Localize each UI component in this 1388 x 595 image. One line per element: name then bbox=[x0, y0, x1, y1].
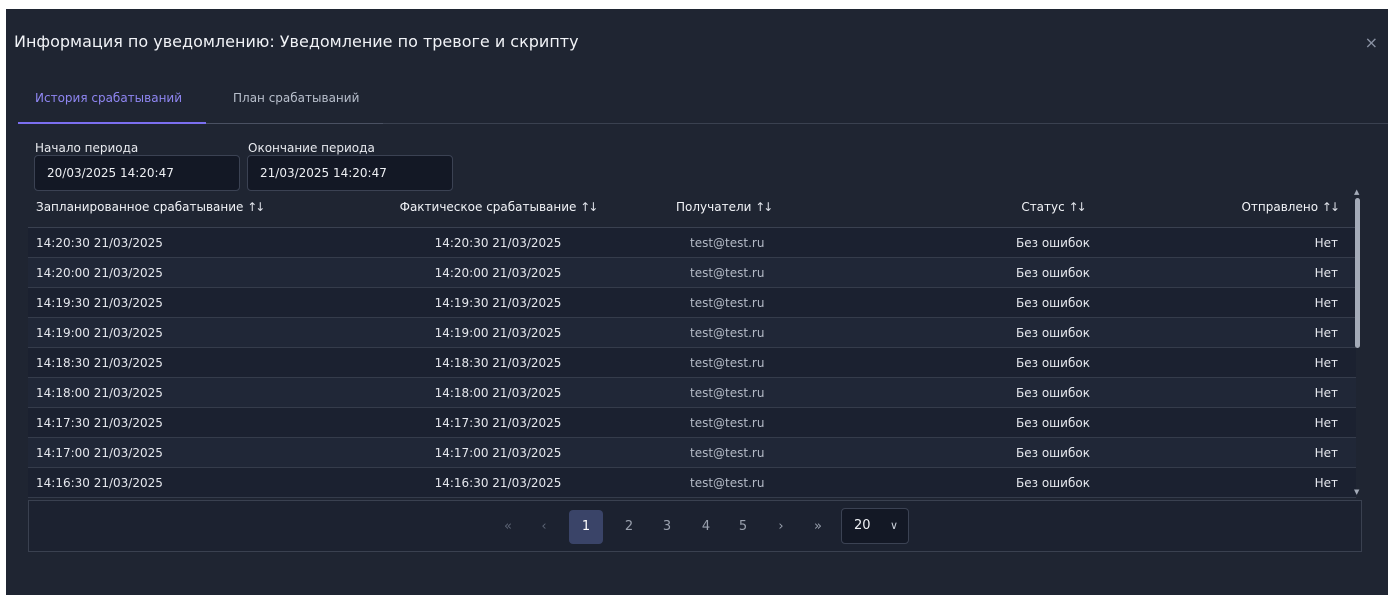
cell-sent: Нет bbox=[1178, 347, 1356, 378]
period-end-label: Окончание периода bbox=[248, 141, 375, 155]
page-size-select[interactable]: 20 ∨ bbox=[841, 508, 909, 544]
sort-icon[interactable]: ↑↓ bbox=[1069, 200, 1087, 214]
table-row[interactable]: 14:18:00 21/03/2025 14:18:00 21/03/2025 … bbox=[28, 377, 1356, 408]
cell-sent: Нет bbox=[1178, 227, 1356, 258]
page-size-value: 20 bbox=[854, 518, 871, 533]
sort-icon[interactable]: ↑↓ bbox=[580, 200, 598, 214]
cell-recipients: test@test.ru bbox=[668, 287, 928, 318]
cell-actual: 14:20:30 21/03/2025 bbox=[328, 227, 668, 258]
cell-recipients: test@test.ru bbox=[668, 227, 928, 258]
cell-scheduled: 14:19:30 21/03/2025 bbox=[28, 287, 328, 318]
page-3-button[interactable]: 3 bbox=[657, 519, 677, 534]
prev-page-button[interactable]: ‹ bbox=[534, 519, 554, 534]
chevron-down-icon: ∨ bbox=[889, 519, 898, 532]
cell-status: Без ошибок bbox=[928, 467, 1178, 498]
cell-actual: 14:19:30 21/03/2025 bbox=[328, 287, 668, 318]
column-header-sent[interactable]: Отправлено ↑↓ bbox=[1178, 186, 1356, 228]
table-row[interactable]: 14:16:30 21/03/2025 14:16:30 21/03/2025 … bbox=[28, 467, 1356, 498]
sort-icon[interactable]: ↑↓ bbox=[755, 200, 773, 214]
tab-bar: История срабатываний План срабатываний bbox=[18, 83, 1388, 124]
cell-status: Без ошибок bbox=[928, 227, 1178, 258]
tab-trigger-history[interactable]: История срабатываний bbox=[35, 91, 182, 105]
cell-recipients: test@test.ru bbox=[668, 347, 928, 378]
cell-actual: 14:18:00 21/03/2025 bbox=[328, 377, 668, 408]
cell-status: Без ошибок bbox=[928, 257, 1178, 288]
dialog-title: Информация по уведомлению: Уведомление п… bbox=[14, 32, 579, 51]
page-2-button[interactable]: 2 bbox=[619, 519, 639, 534]
page-1-button[interactable]: 1 bbox=[569, 510, 603, 544]
period-start-label: Начало периода bbox=[35, 141, 139, 155]
cell-sent: Нет bbox=[1178, 467, 1356, 498]
scroll-down-icon[interactable]: ▼ bbox=[1354, 488, 1359, 496]
tab-divider bbox=[206, 123, 383, 124]
table-scrollbar[interactable]: ▲ ▼ bbox=[1354, 188, 1362, 496]
close-icon[interactable]: × bbox=[1365, 33, 1378, 52]
tab-trigger-plan[interactable]: План срабатываний bbox=[233, 91, 359, 105]
cell-actual: 14:19:00 21/03/2025 bbox=[328, 317, 668, 348]
cell-sent: Нет bbox=[1178, 317, 1356, 348]
cell-sent: Нет bbox=[1178, 407, 1356, 438]
cell-scheduled: 14:16:30 21/03/2025 bbox=[28, 467, 328, 498]
cell-actual: 14:17:00 21/03/2025 bbox=[328, 437, 668, 468]
table-row[interactable]: 14:19:30 21/03/2025 14:19:30 21/03/2025 … bbox=[28, 287, 1356, 318]
cell-sent: Нет bbox=[1178, 287, 1356, 318]
cell-scheduled: 14:20:30 21/03/2025 bbox=[28, 227, 328, 258]
scrollbar-thumb[interactable] bbox=[1355, 198, 1360, 348]
cell-status: Без ошибок bbox=[928, 407, 1178, 438]
table-row[interactable]: 14:20:30 21/03/2025 14:20:30 21/03/2025 … bbox=[28, 227, 1356, 258]
table-row[interactable]: 14:17:30 21/03/2025 14:17:30 21/03/2025 … bbox=[28, 407, 1356, 438]
sort-icon[interactable]: ↑↓ bbox=[1322, 200, 1340, 214]
trigger-history-table: Запланированное срабатывание ↑↓ Фактичес… bbox=[28, 186, 1356, 498]
table-row[interactable]: 14:20:00 21/03/2025 14:20:00 21/03/2025 … bbox=[28, 257, 1356, 288]
cell-actual: 14:16:30 21/03/2025 bbox=[328, 467, 668, 498]
scroll-up-icon[interactable]: ▲ bbox=[1354, 188, 1359, 196]
cell-sent: Нет bbox=[1178, 377, 1356, 408]
cell-recipients: test@test.ru bbox=[668, 407, 928, 438]
table-row[interactable]: 14:17:00 21/03/2025 14:17:00 21/03/2025 … bbox=[28, 437, 1356, 468]
column-header-status[interactable]: Статус ↑↓ bbox=[928, 186, 1178, 228]
last-page-button[interactable]: » bbox=[808, 519, 828, 534]
cell-recipients: test@test.ru bbox=[668, 437, 928, 468]
cell-status: Без ошибок bbox=[928, 287, 1178, 318]
cell-recipients: test@test.ru bbox=[668, 317, 928, 348]
cell-status: Без ошибок bbox=[928, 347, 1178, 378]
cell-actual: 14:17:30 21/03/2025 bbox=[328, 407, 668, 438]
cell-status: Без ошибок bbox=[928, 317, 1178, 348]
page-4-button[interactable]: 4 bbox=[696, 519, 716, 534]
table-row[interactable]: 14:19:00 21/03/2025 14:19:00 21/03/2025 … bbox=[28, 317, 1356, 348]
cell-actual: 14:20:00 21/03/2025 bbox=[328, 257, 668, 288]
cell-scheduled: 14:19:00 21/03/2025 bbox=[28, 317, 328, 348]
page-5-button[interactable]: 5 bbox=[733, 519, 753, 534]
cell-recipients: test@test.ru bbox=[668, 377, 928, 408]
sort-icon[interactable]: ↑↓ bbox=[247, 200, 265, 214]
cell-scheduled: 14:17:30 21/03/2025 bbox=[28, 407, 328, 438]
cell-status: Без ошибок bbox=[928, 377, 1178, 408]
table-row[interactable]: 14:18:30 21/03/2025 14:18:30 21/03/2025 … bbox=[28, 347, 1356, 378]
cell-scheduled: 14:17:00 21/03/2025 bbox=[28, 437, 328, 468]
column-header-actual[interactable]: Фактическое срабатывание ↑↓ bbox=[328, 186, 668, 228]
cell-sent: Нет bbox=[1178, 437, 1356, 468]
cell-actual: 14:18:30 21/03/2025 bbox=[328, 347, 668, 378]
cell-scheduled: 14:18:00 21/03/2025 bbox=[28, 377, 328, 408]
cell-recipients: test@test.ru bbox=[668, 257, 928, 288]
pagination: « ‹ 1 2 3 4 5 › » 20 ∨ bbox=[28, 500, 1362, 552]
column-header-recipients[interactable]: Получатели ↑↓ bbox=[668, 186, 928, 228]
cell-scheduled: 14:20:00 21/03/2025 bbox=[28, 257, 328, 288]
column-header-scheduled[interactable]: Запланированное срабатывание ↑↓ bbox=[28, 186, 328, 228]
cell-status: Без ошибок bbox=[928, 437, 1178, 468]
cell-sent: Нет bbox=[1178, 257, 1356, 288]
active-tab-indicator bbox=[18, 122, 206, 124]
next-page-button[interactable]: › bbox=[771, 519, 791, 534]
cell-recipients: test@test.ru bbox=[668, 467, 928, 498]
first-page-button[interactable]: « bbox=[498, 519, 518, 534]
cell-scheduled: 14:18:30 21/03/2025 bbox=[28, 347, 328, 378]
table-header-row: Запланированное срабатывание ↑↓ Фактичес… bbox=[28, 186, 1356, 228]
